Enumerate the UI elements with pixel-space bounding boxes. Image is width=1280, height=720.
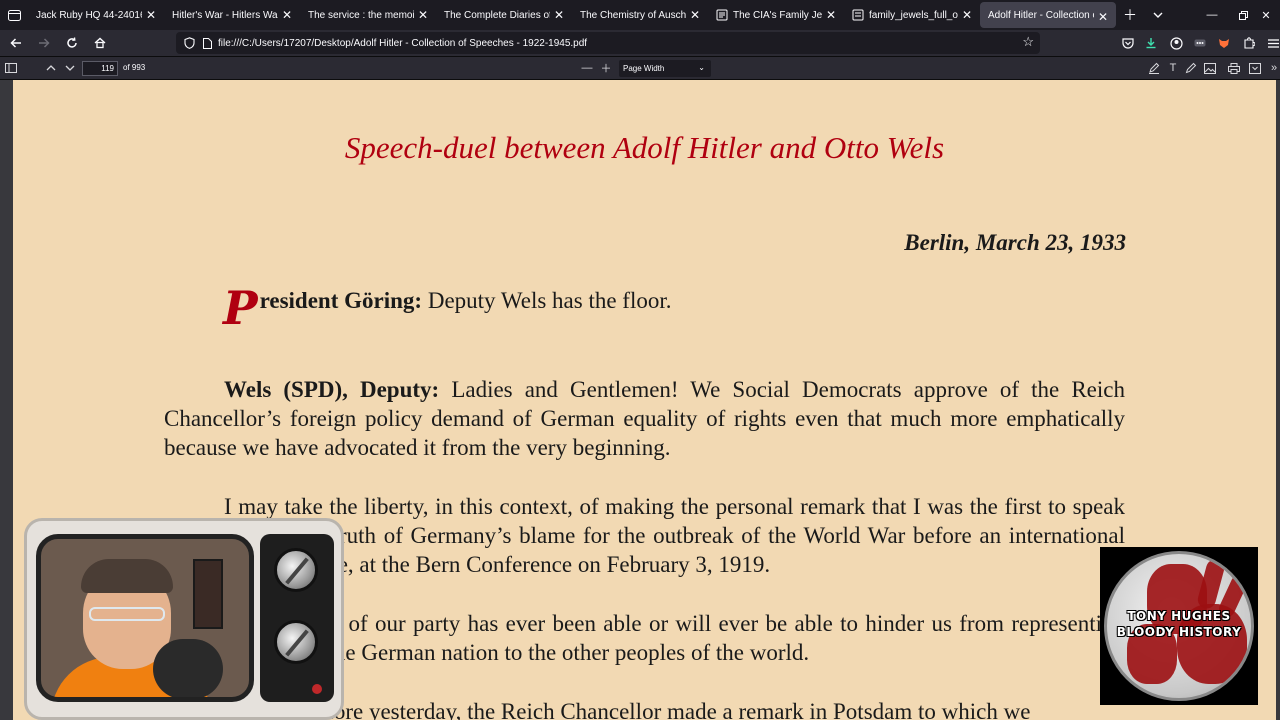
close-tab-icon[interactable]: ✕ [824, 8, 838, 22]
print-icon[interactable] [1226, 60, 1242, 76]
tab-hitler-speeches[interactable]: Adolf Hitler - Collection of Spe ✕ [980, 2, 1116, 28]
forward-icon[interactable] [32, 31, 56, 55]
close-tab-icon[interactable]: ✕ [960, 8, 974, 22]
home-icon[interactable] [88, 31, 112, 55]
reload-icon[interactable] [60, 31, 84, 55]
list-all-tabs-icon[interactable] [0, 0, 28, 30]
power-light [312, 684, 322, 694]
tab-title: Adolf Hitler - Collection of Spe [988, 9, 1094, 21]
tab-title: The CIA's Family Jewels [733, 9, 822, 21]
account-icon[interactable] [1167, 34, 1185, 52]
tv-control-panel [260, 534, 334, 702]
tv-knob [274, 548, 318, 592]
tab-title: Jack Ruby HQ 44-24016 Section [36, 9, 142, 21]
close-tab-icon[interactable]: ✕ [144, 8, 158, 22]
tab-diaries[interactable]: The Complete Diaries of Theodo ✕ [436, 0, 572, 30]
speaker-label: Wels (SPD), Deputy: [224, 377, 440, 402]
close-tab-icon[interactable]: ✕ [1096, 10, 1110, 24]
close-tab-icon[interactable]: ✕ [552, 8, 566, 22]
tab-title: family_jewels_full_ocr.pdf [869, 9, 958, 21]
presenter-hair [81, 559, 173, 593]
paragraph-goring: President Göring: Deputy Wels has the fl… [223, 285, 1128, 331]
paragraph-text: Deputy Wels has the floor. [422, 288, 672, 313]
tab-title: Hitler's War - Hitlers War and Th [172, 9, 278, 21]
page-number-input[interactable]: 119 [82, 61, 118, 76]
minimize-icon[interactable]: — [1196, 0, 1228, 30]
pdf-icon [852, 9, 864, 21]
close-tab-icon[interactable]: ✕ [280, 8, 294, 22]
zoom-select[interactable]: Page Width ⌄ [619, 60, 711, 77]
tab-title: The Chemistry of Auschwitz: Th [580, 9, 686, 21]
zoom-in-icon[interactable]: ＋ [598, 60, 614, 76]
logo-line-1: TONY HUGHES [1127, 609, 1231, 623]
tab-title: The service : the memoirs of Ge [308, 9, 414, 21]
webcam-overlay [24, 518, 344, 720]
page-title: Speech-duel between Adolf Hitler and Ott… [344, 130, 945, 165]
close-tab-icon[interactable]: ✕ [416, 8, 430, 22]
previous-page-icon[interactable] [43, 60, 59, 76]
menu-icon[interactable] [1264, 34, 1280, 52]
text-tool-icon[interactable]: T [1165, 60, 1181, 76]
paragraph-wels-1: Wels (SPD), Deputy: Ladies and Gentlemen… [164, 375, 1125, 462]
chevron-down-icon[interactable] [1144, 0, 1172, 30]
downloads-icon[interactable] [1142, 34, 1160, 52]
puzzle-icon[interactable] [1240, 34, 1258, 52]
bookmark-star-icon[interactable]: ☆ [1022, 35, 1034, 49]
tab-chemistry[interactable]: The Chemistry of Auschwitz: Th ✕ [572, 0, 708, 30]
fox-extension-icon[interactable] [1215, 34, 1233, 52]
address-bar[interactable]: file:///C:/Users/17207/Desktop/Adolf Hit… [176, 32, 1040, 54]
sidebar-toggle-icon[interactable] [3, 60, 19, 76]
logo-line-2: BLOODY HISTORY [1116, 625, 1242, 639]
pocket-icon[interactable] [1119, 34, 1137, 52]
presenter-glasses [89, 607, 165, 621]
tab-the-service[interactable]: The service : the memoirs of Ge ✕ [300, 0, 436, 30]
url-text[interactable]: file:///C:/Users/17207/Desktop/Adolf Hit… [218, 38, 587, 49]
navigation-bar: file:///C:/Users/17207/Desktop/Adolf Hit… [0, 30, 1280, 56]
next-page-icon[interactable] [62, 60, 78, 76]
image-icon[interactable] [1202, 60, 1218, 76]
paragraph-text: The day before yesterday, the Reich Chan… [224, 699, 1031, 720]
tab-cia-family-jewels[interactable]: The CIA's Family Jewels ✕ [708, 0, 844, 30]
tab-family-jewels-pdf[interactable]: family_jewels_full_ocr.pdf ✕ [844, 0, 980, 30]
chevron-down-icon: ⌄ [698, 63, 705, 72]
close-window-icon[interactable]: ✕ [1250, 0, 1280, 30]
draw-icon[interactable] [1183, 60, 1199, 76]
microphone [153, 639, 223, 697]
wall-picture [193, 559, 223, 629]
tab-hitlers-war[interactable]: Hitler's War - Hitlers War and Th ✕ [164, 0, 300, 30]
drop-cap: P [223, 281, 258, 335]
page-icon[interactable] [203, 37, 212, 49]
close-tab-icon[interactable]: ✕ [688, 8, 702, 22]
new-tab-icon[interactable]: ＋ [1116, 0, 1144, 30]
speaker-label: resident Göring: [259, 288, 423, 313]
pdf-toolbar: 119 of 993 — ＋ Page Width ⌄ T » [0, 56, 1280, 80]
webcam-video [36, 534, 254, 702]
tab-title: The Complete Diaries of Theodo [444, 9, 550, 21]
channel-logo: TONY HUGHES BLOODY HISTORY [1100, 547, 1258, 705]
back-icon[interactable] [4, 31, 28, 55]
shield-icon[interactable] [184, 37, 195, 49]
highlight-icon[interactable] [1146, 60, 1162, 76]
dateline: Berlin, March 23, 1933 [904, 230, 1126, 255]
tab-jack-ruby[interactable]: Jack Ruby HQ 44-24016 Section ✕ [28, 0, 164, 30]
more-tools-icon[interactable]: » [1266, 60, 1280, 76]
save-icon[interactable] [1247, 60, 1263, 76]
extension-icon[interactable] [1191, 34, 1209, 52]
zoom-out-icon[interactable]: — [579, 60, 595, 76]
document-icon [716, 9, 728, 21]
page-count: of 993 [123, 63, 146, 72]
tv-knob [274, 620, 318, 664]
zoom-select-label: Page Width [623, 64, 665, 73]
tab-strip: Jack Ruby HQ 44-24016 Section ✕ Hitler's… [0, 0, 1280, 30]
